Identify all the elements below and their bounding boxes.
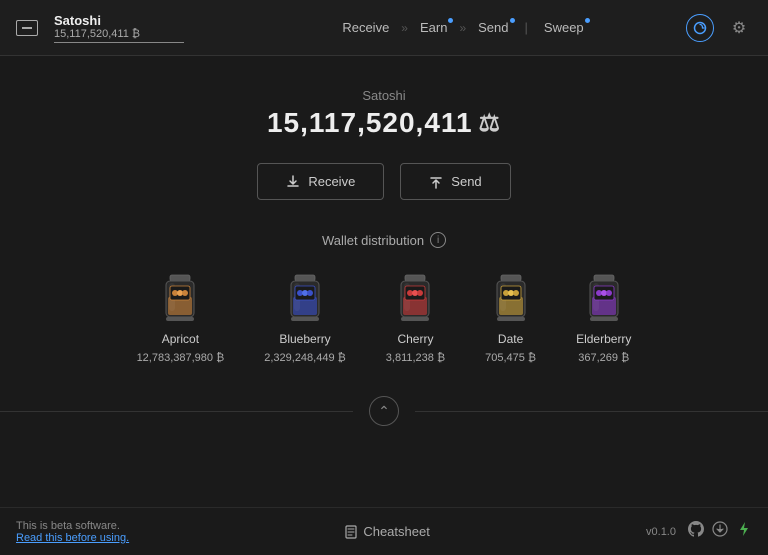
footer-right: v0.1.0 (646, 521, 752, 542)
download-icon[interactable] (712, 521, 728, 542)
blueberry-jar-name: Blueberry (279, 332, 330, 346)
chevron-up-button[interactable]: ⌃ (369, 396, 399, 426)
nav-links: Receive » Earn » Send | Sweep (240, 16, 686, 39)
date-jar-icon (488, 272, 534, 326)
jar-item-cherry[interactable]: Cherry 3,811,238 ₿ (386, 272, 445, 364)
earn-dot (448, 18, 453, 23)
sats-symbol: ⚖ (479, 109, 502, 138)
account-label: Satoshi (362, 88, 405, 103)
nav-pipe: | (525, 20, 528, 35)
jar-item-blueberry[interactable]: Blueberry 2,329,248,449 ₿ (264, 272, 346, 364)
sweep-dot (585, 18, 590, 23)
receive-button[interactable]: Receive (257, 163, 384, 200)
jar-item-apricot[interactable]: Apricot 12,783,387,980 ₿ (137, 272, 225, 364)
lightning-icon[interactable] (736, 521, 752, 542)
nav-sep-2: » (459, 21, 466, 35)
nav-earn[interactable]: Earn (412, 16, 455, 39)
cheatsheet-icon (345, 525, 357, 539)
beta-text: This is beta software. (16, 520, 129, 532)
chevron-line-left (0, 411, 353, 412)
wallet-distribution-label: Wallet distribution i (322, 232, 446, 248)
wallet-balance-small: 15,117,520,411 ₿ (54, 28, 184, 43)
send-button[interactable]: Send (400, 163, 510, 200)
footer-icons (688, 521, 752, 542)
nav-send[interactable]: Send (470, 16, 516, 39)
nav-receive[interactable]: Receive (334, 16, 397, 39)
cherry-jar-name: Cherry (397, 332, 433, 346)
send-icon (429, 175, 443, 189)
wallet-info: Satoshi 15,117,520,411 ₿ (54, 13, 184, 43)
main-balance: 15,117,520,411 ⚖ (267, 107, 501, 139)
jar-item-date[interactable]: Date 705,475 ₿ (485, 272, 536, 364)
chevron-line-right (415, 411, 768, 412)
elderberry-jar-name: Elderberry (576, 332, 631, 346)
date-jar-name: Date (498, 332, 523, 346)
version-label: v0.1.0 (646, 526, 676, 538)
jar-item-elderberry[interactable]: Elderberry 367,269 ₿ (576, 272, 631, 364)
cherry-jar-icon (392, 272, 438, 326)
footer-left: This is beta software. Read this before … (16, 520, 129, 544)
sync-icon-btn[interactable] (686, 14, 714, 42)
apricot-jar-icon (157, 272, 203, 326)
distribution-info-icon[interactable]: i (430, 232, 446, 248)
cheatsheet-button[interactable]: Cheatsheet (345, 524, 430, 539)
nav-sep-1: » (401, 21, 408, 35)
github-icon[interactable] (688, 521, 704, 542)
balance-value: 15,117,520,411 (267, 107, 473, 139)
main-content: Satoshi 15,117,520,411 ⚖ Receive Send Wa… (0, 56, 768, 507)
jar-grid: Apricot 12,783,387,980 ₿ Blueberry 2,329,2… (137, 272, 632, 364)
elderberry-jar-icon (581, 272, 627, 326)
cherry-jar-balance: 3,811,238 ₿ (386, 352, 445, 364)
settings-gear-icon[interactable]: ⚙ (726, 15, 752, 41)
send-dot (510, 18, 515, 23)
chevron-row: ⌃ (0, 396, 768, 426)
nav-right: ⚙ (686, 14, 752, 42)
apricot-jar-name: Apricot (162, 332, 199, 346)
topnav: Satoshi 15,117,520,411 ₿ Receive » Earn … (0, 0, 768, 56)
blueberry-jar-balance: 2,329,248,449 ₿ (264, 352, 346, 364)
apricot-jar-balance: 12,783,387,980 ₿ (137, 352, 225, 364)
wallet-icon (16, 20, 38, 36)
action-buttons: Receive Send (257, 163, 510, 200)
wallet-name: Satoshi (54, 13, 184, 28)
beta-link[interactable]: Read this before using. (16, 532, 129, 544)
elderberry-jar-balance: 367,269 ₿ (578, 352, 629, 364)
blueberry-jar-icon (282, 272, 328, 326)
footer: This is beta software. Read this before … (0, 507, 768, 555)
receive-icon (286, 175, 300, 189)
date-jar-balance: 705,475 ₿ (485, 352, 536, 364)
nav-sweep[interactable]: Sweep (536, 16, 592, 39)
